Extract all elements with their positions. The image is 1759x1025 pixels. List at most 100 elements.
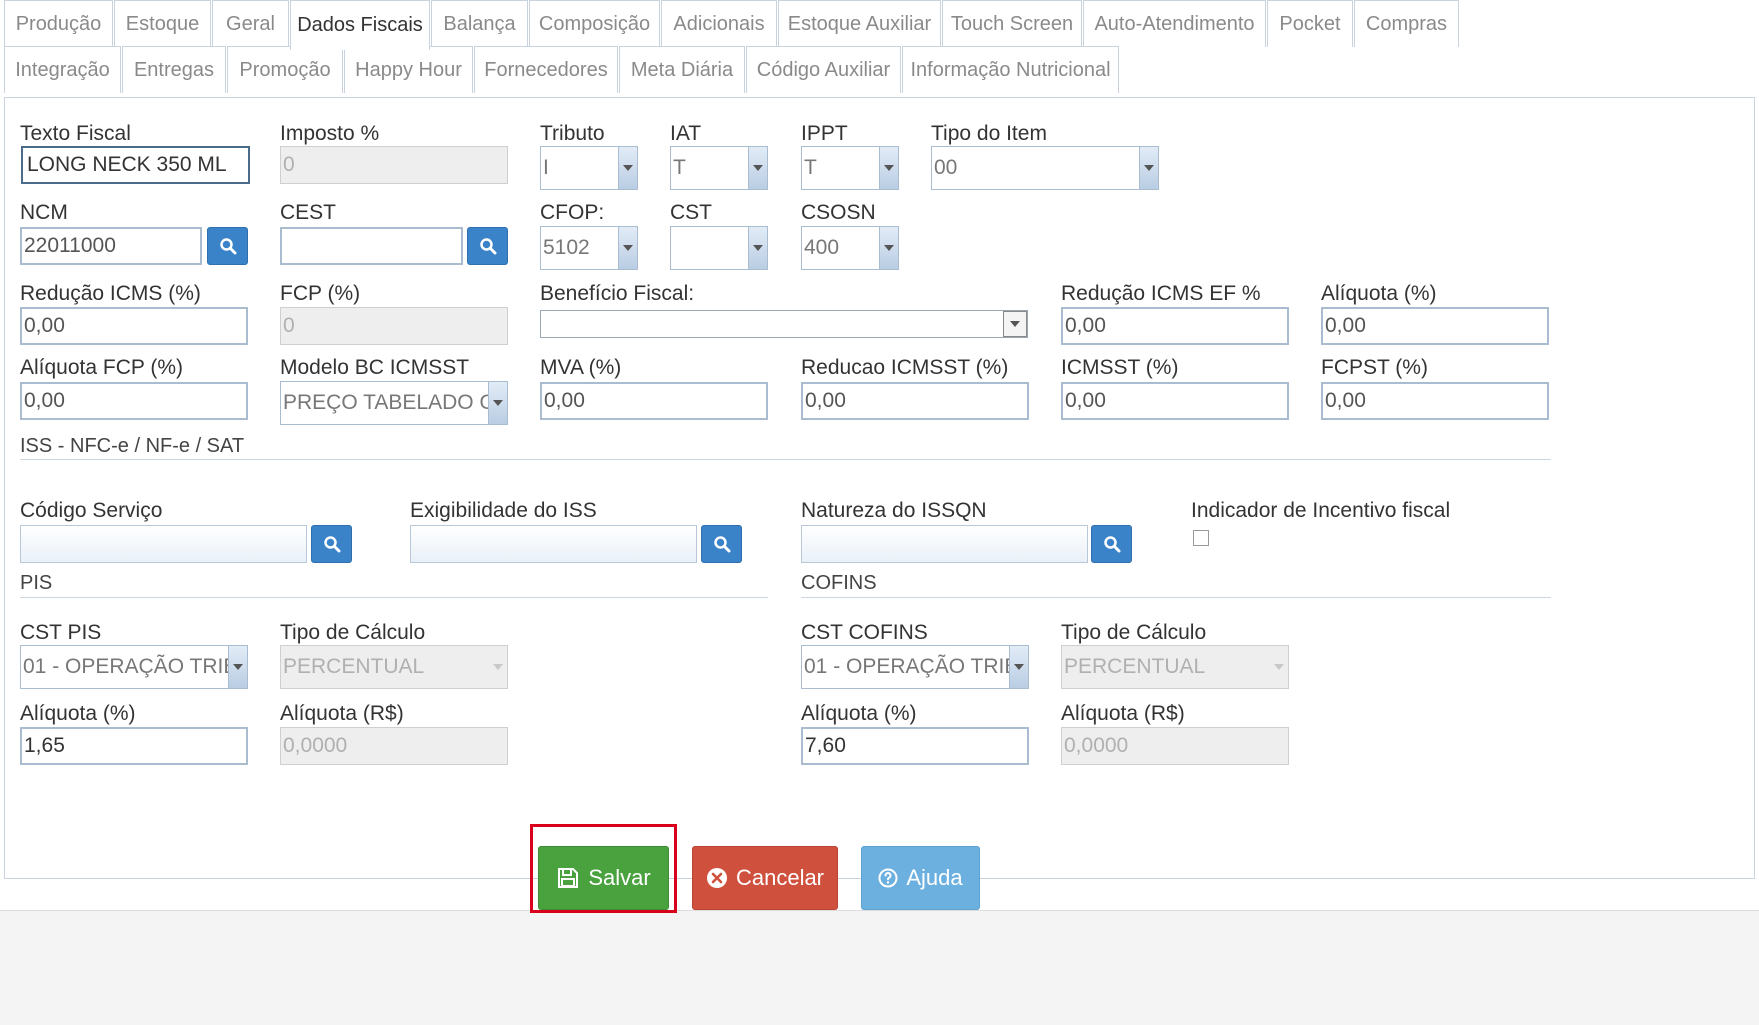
help-button-label: Ajuda — [906, 865, 963, 890]
aliquota-fcp-label: Alíquota FCP (%) — [20, 356, 184, 379]
natureza-issqn-search-button[interactable] — [1091, 525, 1132, 563]
tab-balanca[interactable]: Balança — [431, 0, 528, 47]
pis-tipo-calculo-select[interactable]: PERCENTUAL — [280, 645, 508, 689]
tab-producao[interactable]: Produção — [4, 0, 113, 47]
search-icon — [323, 536, 340, 553]
pis-section-title: PIS — [20, 572, 53, 594]
cofins-aliquota-pct-label: Alíquota (%) — [801, 702, 917, 725]
cst-pis-select[interactable]: 01 - OPERAÇÃO TRIBUTÁ — [20, 645, 248, 689]
tipo-item-label: Tipo do Item — [931, 122, 1047, 145]
cofins-tipo-calculo-select[interactable]: PERCENTUAL — [1061, 645, 1289, 689]
tab-pocket[interactable]: Pocket — [1267, 0, 1353, 47]
imposto-label: Imposto % — [280, 122, 380, 145]
help-button[interactable]: Ajuda — [861, 846, 980, 910]
codigo-servico-search-button[interactable] — [311, 525, 352, 563]
chevron-down-icon — [1139, 147, 1158, 189]
iat-select[interactable]: T — [670, 146, 768, 190]
tipo-item-select[interactable]: 00 — [931, 146, 1159, 190]
reducao-icms-input[interactable]: 0,00 — [20, 307, 248, 345]
cest-search-button[interactable] — [467, 227, 508, 265]
tab-fornecedores[interactable]: Fornecedores — [474, 46, 618, 93]
chevron-down-icon — [488, 382, 507, 424]
cfop-value: 5102 — [543, 236, 590, 259]
save-button[interactable]: Salvar — [538, 846, 669, 910]
tab-composicao[interactable]: Composição — [529, 0, 660, 47]
ippt-select[interactable]: T — [801, 146, 899, 190]
fcpst-input[interactable]: 0,00 — [1321, 382, 1549, 420]
imposto-input[interactable]: 0 — [280, 146, 508, 184]
tab-happy-hour[interactable]: Happy Hour — [344, 46, 473, 93]
tab-meta-diaria[interactable]: Meta Diária — [619, 46, 745, 93]
aliquota-fcp-input[interactable]: 0,00 — [20, 382, 248, 420]
csosn-select[interactable]: 400 — [801, 226, 899, 270]
cest-label: CEST — [280, 201, 337, 224]
cancel-button[interactable]: Cancelar — [692, 846, 838, 910]
codigo-servico-input[interactable] — [20, 525, 307, 563]
tributo-select[interactable]: I — [540, 146, 638, 190]
cst-pis-value: 01 - OPERAÇÃO TRIBUTÁ — [23, 655, 247, 678]
chevron-down-icon — [489, 646, 507, 688]
cfop-select[interactable]: 5102 — [540, 226, 638, 270]
cofins-aliquota-pct-input[interactable]: 7,60 — [801, 727, 1029, 765]
question-circle-icon — [878, 868, 898, 888]
tab-codigo-auxiliar[interactable]: Código Auxiliar — [746, 46, 901, 93]
action-footer — [0, 910, 1759, 1025]
modelo-bc-icmsst-select[interactable]: PREÇO TABELADO OU M — [280, 381, 508, 425]
texto-fiscal-input[interactable]: LONG NECK 350 ML — [21, 146, 250, 184]
cofins-aliquota-rs-label: Alíquota (R$) — [1061, 702, 1185, 725]
reducao-icms-ef-input[interactable]: 0,00 — [1061, 307, 1289, 345]
ncm-search-button[interactable] — [207, 227, 248, 265]
iat-label: IAT — [670, 122, 702, 145]
tab-integracao[interactable]: Integração — [4, 46, 121, 93]
tab-promocao[interactable]: Promoção — [227, 46, 343, 93]
cofins-aliquota-rs-input[interactable]: 0,0000 — [1061, 727, 1289, 765]
ippt-value: T — [804, 156, 817, 179]
chevron-down-icon — [1003, 311, 1027, 337]
exigibilidade-search-button[interactable] — [701, 525, 742, 563]
pis-aliquota-rs-input[interactable]: 0,0000 — [280, 727, 508, 765]
fcp-input[interactable]: 0 — [280, 307, 508, 345]
ncm-label: NCM — [20, 201, 68, 224]
cancel-button-label: Cancelar — [735, 865, 825, 890]
iss-divider — [20, 459, 1551, 460]
pis-aliquota-pct-label: Alíquota (%) — [20, 702, 136, 725]
tributo-value: I — [543, 156, 549, 179]
chevron-down-icon — [1270, 646, 1288, 688]
tab-informacao-nutricional[interactable]: Informação Nutricional — [902, 46, 1119, 93]
ncm-input[interactable]: 22011000 — [20, 227, 202, 265]
cst-select[interactable] — [670, 226, 768, 270]
incentivo-fiscal-label: Indicador de Incentivo fiscal — [1191, 499, 1451, 522]
exigibilidade-input[interactable] — [410, 525, 697, 563]
mva-input[interactable]: 0,00 — [540, 382, 768, 420]
tab-entregas[interactable]: Entregas — [122, 46, 226, 93]
tab-geral[interactable]: Geral — [212, 0, 289, 47]
chevron-down-icon — [1009, 646, 1028, 688]
tab-auto-atendimento[interactable]: Auto-Atendimento — [1083, 0, 1266, 47]
search-icon — [713, 536, 730, 553]
icmsst-input[interactable]: 0,00 — [1061, 382, 1289, 420]
tab-dados-fiscais[interactable]: Dados Fiscais — [290, 0, 430, 50]
incentivo-fiscal-checkbox[interactable] — [1193, 530, 1209, 546]
cofins-section-title: COFINS — [801, 572, 877, 594]
cst-cofins-label: CST COFINS — [801, 621, 928, 644]
cofins-divider — [801, 597, 1551, 598]
tab-estoque-auxiliar[interactable]: Estoque Auxiliar — [778, 0, 941, 47]
beneficio-fiscal-select[interactable] — [540, 310, 1028, 338]
pis-divider — [20, 597, 768, 598]
tab-adicionais[interactable]: Adicionais — [661, 0, 777, 47]
aliquota-input[interactable]: 0,00 — [1321, 307, 1549, 345]
cest-input[interactable] — [280, 227, 463, 265]
exigibilidade-label: Exigibilidade do ISS — [410, 499, 597, 522]
search-icon — [1103, 536, 1120, 553]
tab-touch-screen[interactable]: Touch Screen — [942, 0, 1082, 47]
tab-compras[interactable]: Compras — [1354, 0, 1459, 47]
reducao-icmsst-input[interactable]: 0,00 — [801, 382, 1029, 420]
reducao-icmsst-label: Reducao ICMSST (%) — [801, 356, 1009, 379]
fcp-label: FCP (%) — [280, 282, 361, 305]
cst-cofins-select[interactable]: 01 - OPERAÇÃO TRIBUTÁ — [801, 645, 1029, 689]
fcpst-label: FCPST (%) — [1321, 356, 1428, 379]
chevron-down-icon — [748, 227, 767, 269]
natureza-issqn-input[interactable] — [801, 525, 1088, 563]
pis-aliquota-pct-input[interactable]: 1,65 — [20, 727, 248, 765]
tab-estoque[interactable]: Estoque — [114, 0, 211, 47]
